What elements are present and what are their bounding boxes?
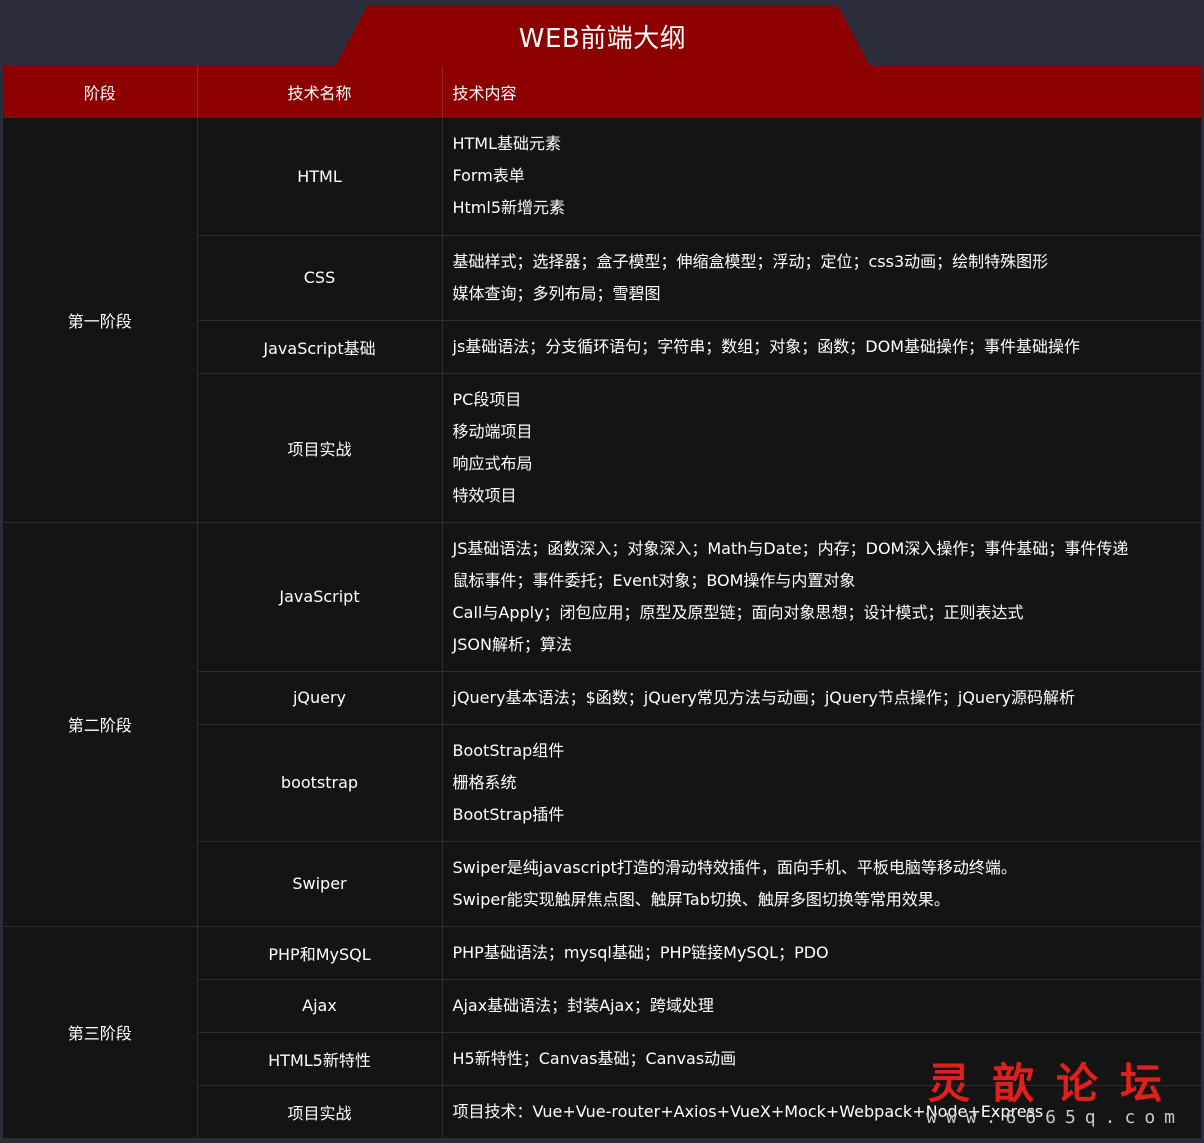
content-line: JS基础语法；函数深入；对象深入；Math与Date；内存；DOM深入操作；事件…: [452, 538, 1129, 558]
tech-content-cell: JS基础语法；函数深入；对象深入；Math与Date；内存；DOM深入操作；事件…: [442, 522, 1201, 672]
content-line: 基础样式；选择器；盒子模型；伸缩盒模型；浮动；定位；css3动画；绘制特殊图形: [452, 251, 1049, 271]
tech-content-cell: BootStrap组件 栅格系统 BootStrap插件: [442, 724, 1201, 842]
tech-name-cell: Ajax: [197, 979, 443, 1033]
tech-content-cell: 基础样式；选择器；盒子模型；伸缩盒模型；浮动；定位；css3动画；绘制特殊图形 …: [442, 235, 1201, 321]
tech-name-cell: 项目实战: [197, 373, 443, 523]
watermark: 灵歆论坛 www.6665q.com: [926, 1050, 1184, 1128]
stage-cell: 第一阶段: [3, 118, 198, 523]
stage-cell: 第三阶段: [3, 926, 198, 1139]
content-line: Form表单: [452, 166, 525, 186]
content-line: Swiper是纯javascript打造的滑动特效插件，面向手机、平板电脑等移动…: [452, 857, 1017, 877]
content-line: BootStrap组件: [452, 740, 565, 760]
table-row: 第一阶段 HTML HTML基础元素 Form表单 Html5新增元素: [3, 118, 1201, 523]
tech-name-cell: JavaScript: [197, 522, 443, 672]
content-line: JSON解析；算法: [452, 634, 572, 654]
title-banner: WEB前端大纲: [335, 6, 870, 66]
content-line: 鼠标事件；事件委托；Event对象；BOM操作与内置对象: [452, 570, 856, 590]
table-body: 第一阶段 HTML HTML基础元素 Form表单 Html5新增元素 CSS …: [3, 118, 1201, 1139]
header-tech-name: 技术名称: [197, 66, 443, 118]
content-line: 媒体查询；多列布局；雪碧图: [452, 283, 661, 303]
tech-content-cell: PC段项目 移动端项目 响应式布局 特效项目: [442, 373, 1201, 523]
tech-name-cell: PHP和MySQL: [197, 926, 443, 980]
content-line: Html5新增元素: [452, 198, 566, 218]
stage-cell: 第二阶段: [3, 522, 198, 927]
tech-content-cell: jQuery基本语法；$函数；jQuery常见方法与动画；jQuery节点操作；…: [442, 671, 1201, 725]
content-line: 响应式布局: [452, 453, 533, 473]
tech-name-cell: 项目实战: [197, 1085, 443, 1139]
tech-content-cell: HTML基础元素 Form表单 Html5新增元素: [442, 118, 1201, 236]
tech-name-cell: Swiper: [197, 841, 443, 927]
tech-name-cell: CSS: [197, 235, 443, 321]
tech-name-cell: jQuery: [197, 671, 443, 725]
table-row: 第二阶段 JavaScript JS基础语法；函数深入；对象深入；Math与Da…: [3, 522, 1201, 927]
page-title: WEB前端大纲: [518, 23, 687, 54]
tech-content-cell: Swiper是纯javascript打造的滑动特效插件，面向手机、平板电脑等移动…: [442, 841, 1201, 927]
content-line: Call与Apply；闭包应用；原型及原型链；面向对象思想；设计模式；正则表达式: [452, 602, 1024, 622]
content-line: 特效项目: [452, 485, 517, 505]
tech-name-cell: HTML5新特性: [197, 1032, 443, 1086]
watermark-url: www.6665q.com: [926, 1107, 1184, 1128]
content-line: js基础语法；分支循环语句；字符串；数组；对象；函数；DOM基础操作；事件基础操…: [452, 336, 1081, 356]
content-line: HTML基础元素: [452, 134, 562, 154]
tech-content-cell: js基础语法；分支循环语句；字符串；数组；对象；函数；DOM基础操作；事件基础操…: [442, 320, 1201, 374]
content-line: BootStrap插件: [452, 804, 565, 824]
watermark-name: 灵歆论坛: [927, 1059, 1184, 1108]
content-line: 栅格系统: [452, 772, 517, 792]
outline-table: 阶段 技术名称 技术内容 第一阶段 HTML HTML基础元素 Form表单 H…: [3, 66, 1201, 1139]
table-row: 第三阶段 PHP和MySQL PHP基础语法；mysql基础；PHP链接MySQ…: [3, 926, 1201, 1139]
header-stage: 阶段: [3, 66, 198, 118]
table-header-row: 阶段 技术名称 技术内容: [3, 66, 1201, 118]
content-line: jQuery基本语法；$函数；jQuery常见方法与动画；jQuery节点操作；…: [452, 687, 1075, 707]
content-line: 移动端项目: [452, 421, 533, 441]
tech-content-cell: Ajax基础语法；封装Ajax；跨域处理: [442, 979, 1201, 1033]
tech-name-cell: HTML: [197, 118, 443, 236]
content-line: Ajax基础语法；封装Ajax；跨域处理: [452, 995, 714, 1015]
tech-name-cell: bootstrap: [197, 724, 443, 842]
tech-name-cell: JavaScript基础: [197, 320, 443, 374]
header-tech-content: 技术内容: [442, 66, 1201, 118]
content-line: PHP基础语法；mysql基础；PHP链接MySQL；PDO: [452, 942, 829, 962]
content-line: PC段项目: [452, 389, 522, 409]
tech-content-cell: PHP基础语法；mysql基础；PHP链接MySQL；PDO: [442, 926, 1201, 980]
content-line: Swiper能实现触屏焦点图、触屏Tab切换、触屏多图切换等常用效果。: [452, 889, 950, 909]
